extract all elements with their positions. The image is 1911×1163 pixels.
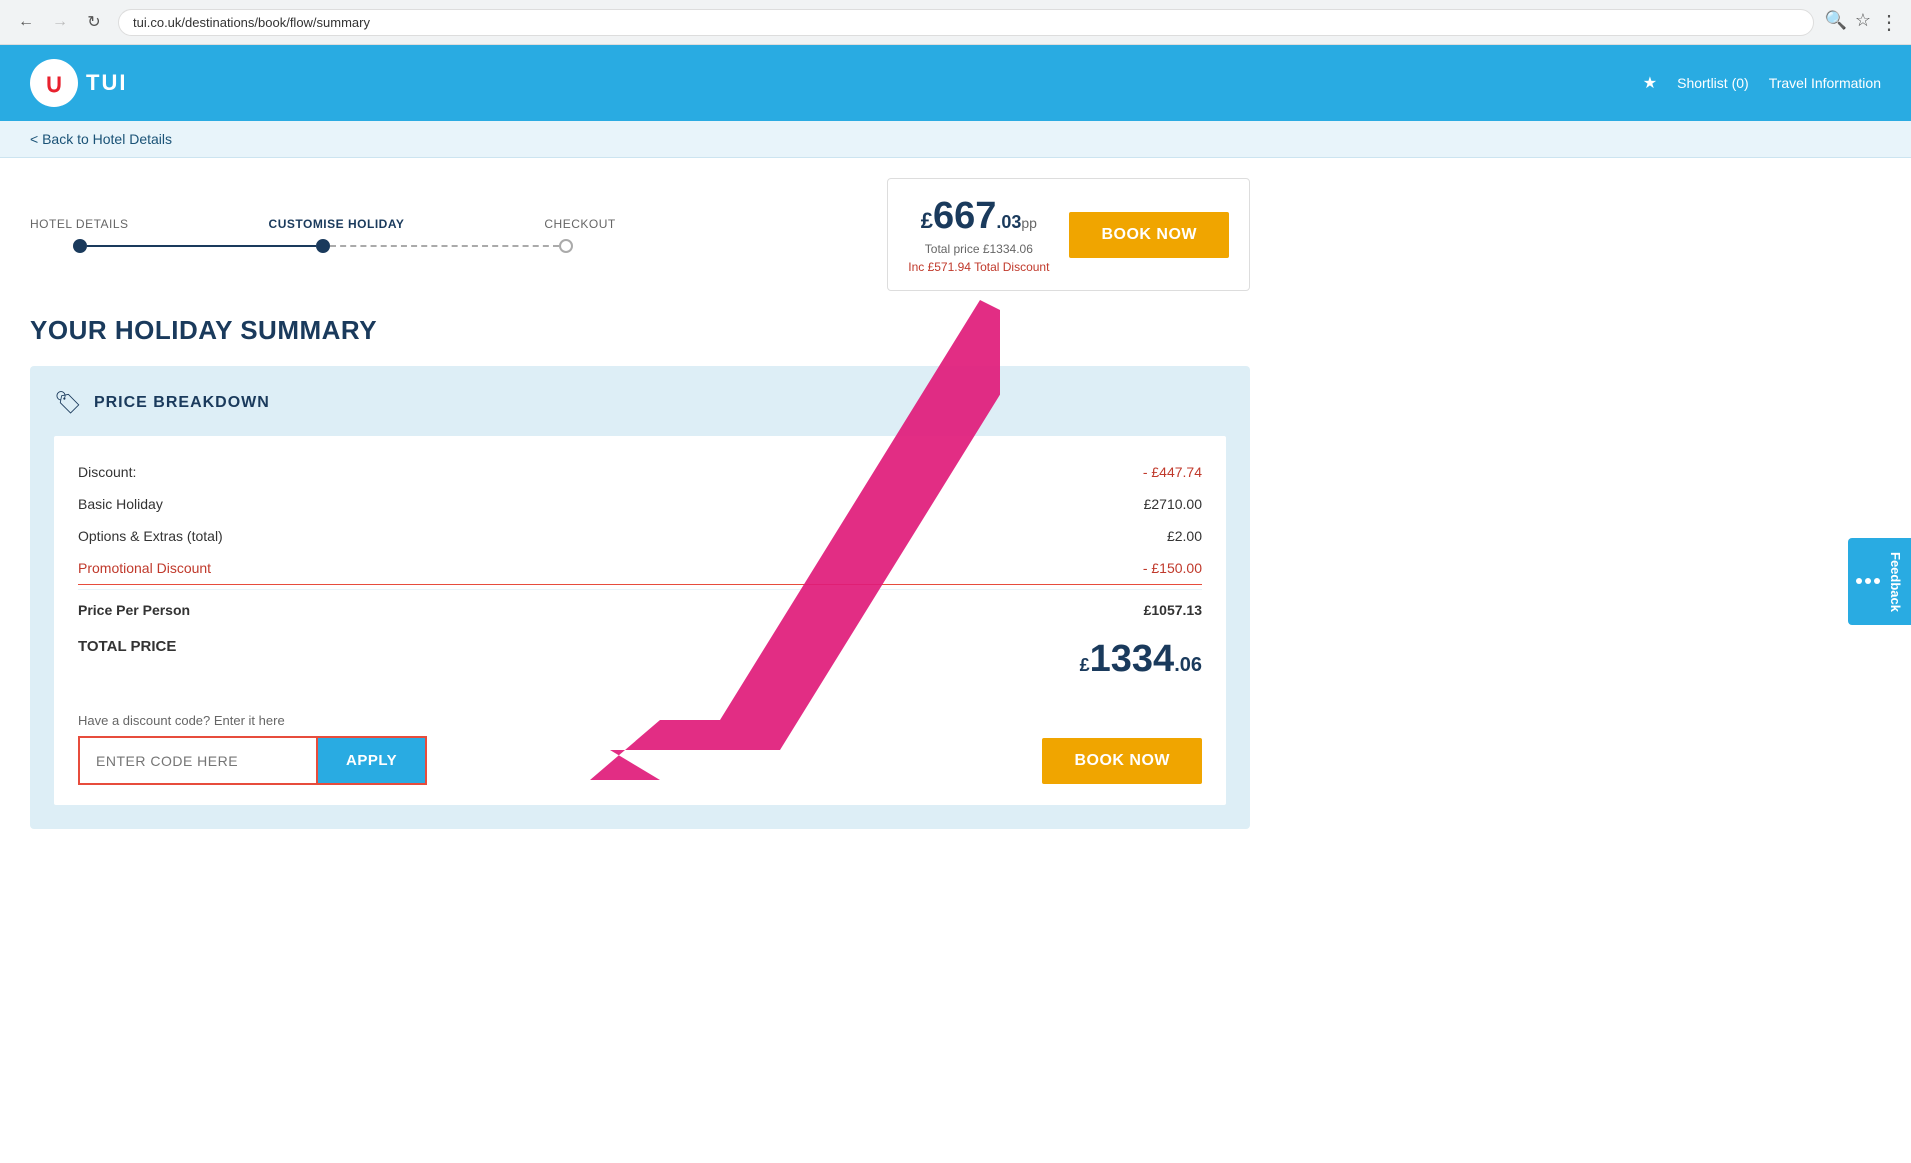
step-dot-2 (316, 239, 330, 253)
price-tag-icon: 🏷 (54, 390, 82, 416)
back-btn[interactable]: ← (12, 8, 40, 36)
progress-steps: HOTEL DETAILS CUSTOMISE HOLIDAY CHECKOUT (30, 217, 616, 253)
price-row-per-person: Price Per Person £1057.13 (78, 589, 1202, 626)
step-hotel-details: HOTEL DETAILS (30, 217, 129, 231)
options-extras-value: £2.00 (1167, 528, 1202, 544)
step-line-solid (87, 245, 316, 247)
booking-summary-box: £667.03pp Total price £1334.06 Inc £571.… (887, 178, 1250, 291)
discount-inc-line: Inc £571.94 Total Discount (908, 260, 1049, 274)
promo-discount-label: Promotional Discount (78, 560, 211, 576)
tui-logo: ∪ TUI (30, 59, 127, 107)
step-line-dashed (330, 245, 559, 247)
options-extras-label: Options & Extras (total) (78, 528, 223, 544)
discount-code-section: Have a discount code? Enter it here APPL… (78, 713, 1202, 785)
price-table: Discount: - £447.74 Basic Holiday £2710.… (54, 436, 1226, 805)
discount-value: - £447.74 (1143, 464, 1202, 480)
header-nav: ★ Shortlist (0) Travel Information (1643, 73, 1881, 93)
feedback-dots (1856, 578, 1880, 584)
total-price-row: TOTAL PRICE £1334.06 (78, 626, 1202, 693)
shortlist-label[interactable]: Shortlist (0) (1677, 75, 1749, 91)
price-row-discount: Discount: - £447.74 (78, 456, 1202, 488)
tui-arc-icon: ∪ (44, 70, 63, 96)
price-main: 667 (933, 195, 996, 237)
total-price-label: TOTAL PRICE (78, 638, 176, 681)
menu-icon[interactable]: ⋮ (1879, 10, 1899, 35)
step-dot-3 (559, 239, 573, 253)
browser-chrome: ← → ↻ tui.co.uk/destinations/book/flow/s… (0, 0, 1911, 45)
discount-code-input[interactable] (78, 736, 318, 785)
total-amount: £1334.06 (1080, 638, 1202, 681)
step-checkout: CHECKOUT (544, 217, 615, 231)
total-currency: £ (1080, 655, 1090, 675)
promo-discount-value: - £150.00 (1143, 560, 1202, 576)
basic-holiday-value: £2710.00 (1144, 496, 1202, 512)
price-row-promo-discount: Promotional Discount - £150.00 (78, 552, 1202, 585)
price-unit: pp (1021, 215, 1037, 231)
forward-btn[interactable]: → (46, 8, 74, 36)
search-icon[interactable]: 🔍 (1824, 10, 1846, 35)
total-price-line: Total price £1334.06 (908, 242, 1049, 256)
book-now-button-bottom[interactable]: BOOK NOW (1042, 738, 1202, 784)
feedback-label: Feedback (1888, 552, 1903, 612)
summary-title: YOUR HOLIDAY SUMMARY (30, 315, 1250, 346)
basic-holiday-label: Basic Holiday (78, 496, 163, 512)
tui-brand-name: TUI (86, 70, 127, 96)
steps-line (73, 239, 573, 253)
price-breakdown-title: PRICE BREAKDOWN (94, 394, 270, 412)
discount-input-group: APPLY (78, 736, 427, 785)
star-icon[interactable]: ☆ (1855, 10, 1871, 35)
back-to-hotel-link[interactable]: < Back to Hotel Details (30, 131, 172, 147)
price-per-person-value: £1057.13 (1144, 602, 1202, 618)
price-row-options-extras: Options & Extras (total) £2.00 (78, 520, 1202, 552)
price-breakdown-section: 🏷 PRICE BREAKDOWN Discount: - £447.74 Ba… (30, 366, 1250, 829)
step-dot-1 (73, 239, 87, 253)
feedback-tab[interactable]: Feedback (1848, 538, 1911, 626)
price-decimal: .03 (996, 212, 1021, 232)
total-decimal: .06 (1174, 654, 1202, 676)
apply-discount-button[interactable]: APPLY (318, 736, 427, 785)
sub-header: < Back to Hotel Details (0, 121, 1911, 158)
address-bar[interactable]: tui.co.uk/destinations/book/flow/summary (118, 9, 1814, 36)
discount-code-label: Have a discount code? Enter it here (78, 713, 1202, 728)
step-customise-holiday: CUSTOMISE HOLIDAY (269, 217, 405, 231)
price-per-person-label: Price Per Person (78, 602, 190, 618)
book-now-button-top[interactable]: BOOK NOW (1069, 212, 1229, 258)
travel-info-label[interactable]: Travel Information (1769, 75, 1881, 91)
tui-header: ∪ TUI ★ Shortlist (0) Travel Information (0, 45, 1911, 121)
reload-btn[interactable]: ↻ (80, 8, 108, 36)
price-row-basic-holiday: Basic Holiday £2710.00 (78, 488, 1202, 520)
tui-logo-icon: ∪ (30, 59, 78, 107)
total-main: 1334 (1090, 638, 1175, 680)
shortlist-star-icon: ★ (1643, 73, 1657, 93)
discount-label: Discount: (78, 464, 136, 480)
progress-booking-bar: HOTEL DETAILS CUSTOMISE HOLIDAY CHECKOUT (30, 178, 1250, 291)
price-currency: £ (921, 208, 933, 233)
